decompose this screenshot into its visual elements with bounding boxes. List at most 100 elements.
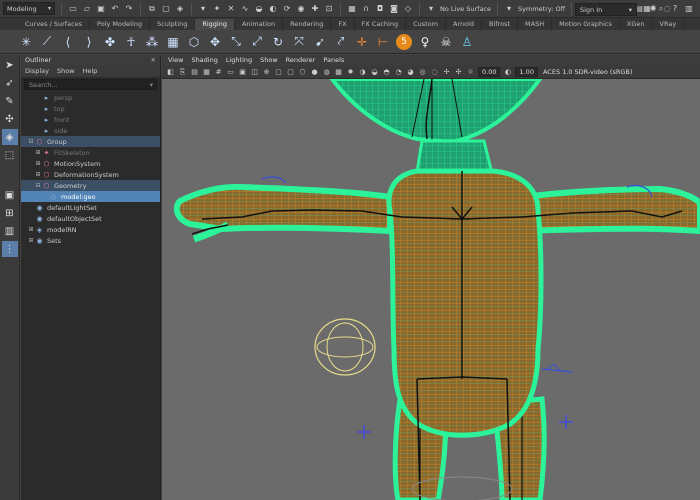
outliner-row[interactable]: ▸ front bbox=[21, 114, 160, 125]
snap-grid-icon[interactable]: ▦ bbox=[347, 4, 357, 14]
handle-mask-icon[interactable]: ✦ bbox=[212, 4, 222, 14]
color-space-dropdown[interactable]: ACES 1.0 SDR-video (sRGB) bbox=[543, 68, 632, 76]
open-scene-icon[interactable]: ▱ bbox=[82, 4, 92, 14]
symmetry-label[interactable]: Symmetry: Off bbox=[518, 5, 565, 13]
outliner-menu-item[interactable]: Show bbox=[57, 67, 75, 76]
wireframe-icon[interactable]: ⬡ bbox=[298, 68, 307, 77]
viewport-menu-item[interactable]: Shading bbox=[191, 56, 217, 65]
snap-view-icon[interactable]: ◙ bbox=[389, 4, 399, 14]
puppet-icon[interactable]: ♙ bbox=[459, 34, 475, 50]
ambient-occlusion-icon[interactable]: ◒ bbox=[370, 68, 379, 77]
outliner-row[interactable]: ⊞ ◈ modelRN bbox=[21, 224, 160, 235]
orient-constraint-icon[interactable]: ↻ bbox=[270, 34, 286, 50]
two-view-icon[interactable]: ▥ bbox=[2, 223, 18, 239]
scene-view[interactable] bbox=[162, 79, 700, 500]
select-hierarchy-icon[interactable]: ⧉ bbox=[147, 4, 157, 14]
snap-curve-icon[interactable]: ∩ bbox=[361, 4, 371, 14]
viewport-menu-item[interactable]: Panels bbox=[323, 56, 344, 65]
symmetry-icon[interactable]: ▾ bbox=[504, 4, 514, 14]
shelf-tab[interactable]: Custom bbox=[406, 19, 446, 30]
perspective-viewport[interactable]: View Shading Lighting Show Renderer Panels ◧ … bbox=[162, 55, 700, 500]
parent-constraint-icon[interactable]: ⤡ bbox=[228, 34, 244, 50]
mirror-joint-icon[interactable]: ⟩ bbox=[81, 34, 97, 50]
exposure-field[interactable]: 0.00 bbox=[478, 67, 501, 77]
gamma-field[interactable]: 1.00 bbox=[515, 67, 538, 77]
cluster-icon[interactable]: ⬡ bbox=[186, 34, 202, 50]
xray-active-icon[interactable]: ✣ bbox=[454, 68, 463, 77]
live-surface-label[interactable]: No Live Surface bbox=[440, 5, 491, 13]
expand-toggle-icon[interactable]: ⊞ bbox=[27, 226, 35, 233]
expand-toggle-icon[interactable]: ⊞ bbox=[34, 171, 42, 178]
isolate-select-icon[interactable]: ◎ bbox=[418, 68, 427, 77]
smooth-shade-icon[interactable]: ● bbox=[310, 68, 319, 77]
four-view-icon[interactable]: ⊞ bbox=[2, 205, 18, 221]
gamma-icon[interactable]: ◐ bbox=[503, 68, 512, 77]
curve-mask-icon[interactable]: ∿ bbox=[240, 4, 250, 14]
help-icon[interactable]: ? bbox=[670, 4, 680, 14]
use-all-lights-icon[interactable]: ✹ bbox=[346, 68, 355, 77]
rivet-icon[interactable]: ⁂ bbox=[144, 34, 160, 50]
shadows-icon[interactable]: ◑ bbox=[358, 68, 367, 77]
shelf-tab[interactable]: Animation bbox=[235, 19, 284, 30]
ik-spline-icon[interactable]: ⟨ bbox=[60, 34, 76, 50]
shelf-tab[interactable]: Curves / Surfaces bbox=[18, 19, 91, 30]
point-constraint-icon[interactable]: ⤢ bbox=[249, 34, 265, 50]
undo-icon[interactable]: ↶ bbox=[110, 4, 120, 14]
expand-toggle-icon[interactable]: ⊟ bbox=[34, 182, 42, 189]
exposure-icon[interactable]: ☼ bbox=[466, 68, 475, 77]
shelf-tab[interactable]: XGen bbox=[620, 19, 653, 30]
shelf-tab[interactable]: Rendering bbox=[283, 19, 332, 30]
new-scene-icon[interactable]: ▭ bbox=[68, 4, 78, 14]
viewport-menu-item[interactable]: Renderer bbox=[286, 56, 316, 65]
search-input[interactable]: Search... ▾ bbox=[24, 79, 157, 90]
bookmarks-icon[interactable]: ▤ bbox=[190, 68, 199, 77]
outliner-menu-item[interactable]: Display bbox=[25, 67, 49, 76]
move-tool-icon[interactable]: ✣ bbox=[2, 111, 18, 127]
search-icon[interactable]: ⌕ bbox=[656, 4, 666, 14]
viewport-menu-item[interactable]: View bbox=[168, 56, 183, 65]
aim-constraint-icon[interactable]: ➹ bbox=[312, 34, 328, 50]
shelf-tab[interactable]: Bifrost bbox=[482, 19, 519, 30]
paint-select-icon[interactable]: ✎ bbox=[2, 93, 18, 109]
shelf-tab[interactable]: Rigging bbox=[195, 19, 235, 30]
shelf-tab[interactable]: MASH bbox=[518, 19, 553, 30]
live-surface-icon[interactable]: ▾ bbox=[426, 4, 436, 14]
depth-of-field-icon[interactable]: ◕ bbox=[406, 68, 415, 77]
close-icon[interactable]: ✕ bbox=[151, 56, 156, 64]
safe-action-icon[interactable]: ▢ bbox=[274, 68, 283, 77]
film-gate-icon[interactable]: ▭ bbox=[226, 68, 235, 77]
snap-point-icon[interactable]: ◘ bbox=[375, 4, 385, 14]
shelf-tab[interactable]: FX bbox=[331, 19, 355, 30]
outliner-row[interactable]: ◉ defaultObjectSet bbox=[21, 213, 160, 224]
outliner-row[interactable]: ◇ model:geo bbox=[21, 191, 160, 202]
lattice-icon[interactable]: ▦ bbox=[165, 34, 181, 50]
scale-tool-icon[interactable]: ⬚ bbox=[2, 147, 18, 163]
outliner-menu-item[interactable]: Help bbox=[83, 67, 98, 76]
workspace-icon[interactable]: ▦ bbox=[642, 4, 652, 14]
outliner-row[interactable]: ▸ top bbox=[21, 103, 160, 114]
outliner-row[interactable]: ⊞ ⬡ DeformationSystem bbox=[21, 169, 160, 180]
expand-toggle-icon[interactable]: ⊞ bbox=[34, 149, 42, 156]
bind-skin-icon[interactable]: ✤ bbox=[102, 34, 118, 50]
shelf-tab[interactable]: Arnold bbox=[446, 19, 483, 30]
shelf-tab[interactable]: Poly Modeling bbox=[90, 19, 150, 30]
shelf-tab[interactable]: FX Caching bbox=[355, 19, 407, 30]
lock-icon[interactable]: ⊡ bbox=[324, 4, 334, 14]
wireframe-on-shaded-icon[interactable]: ◍ bbox=[322, 68, 331, 77]
surface-mask-icon[interactable]: ◒ bbox=[254, 4, 264, 14]
gate-mask-icon[interactable]: ◫ bbox=[250, 68, 259, 77]
select-object-icon[interactable]: ▢ bbox=[161, 4, 171, 14]
anti-aliasing-icon[interactable]: ◔ bbox=[394, 68, 403, 77]
field-chart-icon[interactable]: ⊕ bbox=[262, 68, 271, 77]
lasso-tool-icon[interactable]: ➶ bbox=[2, 75, 18, 91]
figure-icon[interactable]: ♀ bbox=[417, 34, 433, 50]
redo-icon[interactable]: ↷ bbox=[124, 4, 134, 14]
outliner-row[interactable]: ▸ side bbox=[21, 125, 160, 136]
select-component-icon[interactable]: ◈ bbox=[175, 4, 185, 14]
sidebar-toggle-icon[interactable]: ▥ bbox=[684, 4, 694, 14]
joint-mask-icon[interactable]: ✕ bbox=[226, 4, 236, 14]
pick-mask-icon[interactable]: ▾ bbox=[198, 4, 208, 14]
skull-icon[interactable]: ☠ bbox=[438, 34, 454, 50]
render-mask-icon[interactable]: ◉ bbox=[296, 4, 306, 14]
outliner-layout-icon[interactable]: ⋮ bbox=[1, 241, 18, 257]
